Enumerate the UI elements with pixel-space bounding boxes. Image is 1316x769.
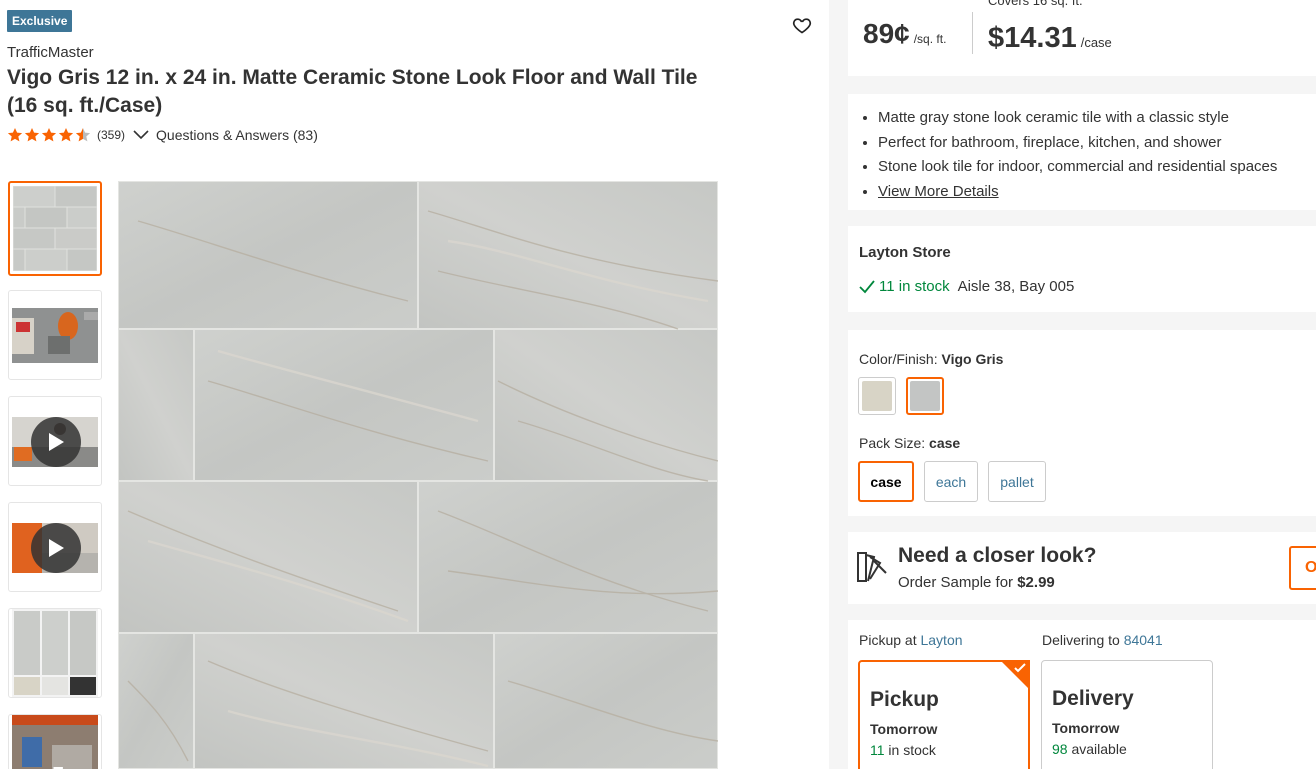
rating-stars[interactable] bbox=[7, 127, 91, 143]
view-more-item: View More Details bbox=[878, 180, 1316, 205]
pickup-qty-suffix: in stock bbox=[884, 742, 936, 758]
product-info-panel: Covers 16 sq. ft. 89¢ /sq. ft. $14.31 /c… bbox=[829, 0, 1316, 769]
price-card: Covers 16 sq. ft. 89¢ /sq. ft. $14.31 /c… bbox=[848, 0, 1316, 76]
spec-image bbox=[12, 609, 98, 697]
aisle-location: Aisle 38, Bay 005 bbox=[957, 278, 1075, 295]
delivery-prefix: Delivering to bbox=[1042, 632, 1124, 648]
pickup-prefix: Pickup at bbox=[859, 632, 921, 648]
product-title: Vigo Gris 12 in. x 24 in. Matte Ceramic … bbox=[7, 66, 698, 117]
highlights-card: Matte gray stone look ceramic tile with … bbox=[848, 94, 1316, 210]
delivery-when: Tomorrow bbox=[1052, 720, 1120, 736]
size-label-text: Pack Size: bbox=[859, 435, 926, 451]
price-per-case-value: $14.31 bbox=[988, 22, 1077, 54]
selected-check-icon bbox=[1014, 663, 1026, 673]
swatch-beige[interactable] bbox=[858, 377, 896, 415]
rating-row: (359) Questions & Answers (83) bbox=[7, 126, 318, 144]
price-per-sqft-unit: /sq. ft. bbox=[913, 32, 947, 46]
questions-answers-link[interactable]: Questions & Answers (83) bbox=[133, 127, 318, 143]
stock-row: 11 in stock Aisle 38, Bay 005 bbox=[859, 278, 1074, 295]
color-value: Vigo Gris bbox=[941, 351, 1004, 367]
color-finish-label: Color/Finish: Vigo Gris bbox=[859, 351, 1003, 367]
highlight-item: Matte gray stone look ceramic tile with … bbox=[878, 106, 1316, 131]
delivery-availability: 98 available bbox=[1052, 741, 1127, 757]
thumbnail-more-media[interactable]: +7 bbox=[8, 714, 102, 769]
star-icon bbox=[58, 128, 74, 142]
fulfillment-card: Pickup at Layton Delivering to 84041 Pic… bbox=[848, 620, 1316, 769]
price-per-case: $14.31 /case bbox=[988, 22, 1112, 55]
delivery-qty-suffix: available bbox=[1067, 741, 1127, 757]
pickup-availability: 11 in stock bbox=[870, 742, 936, 758]
change-store-link[interactable]: Layton bbox=[920, 632, 962, 648]
thumbnail-spec-image[interactable] bbox=[8, 608, 102, 698]
tile-pattern-image bbox=[118, 181, 718, 769]
highlight-item: Stone look tile for indoor, commercial a… bbox=[878, 155, 1316, 180]
price-divider bbox=[972, 12, 973, 54]
sample-price: $2.99 bbox=[1017, 574, 1055, 591]
brand-name[interactable]: TrafficMaster bbox=[7, 44, 94, 61]
price-per-sqft: 89¢ /sq. ft. bbox=[863, 18, 946, 50]
star-icon bbox=[75, 128, 91, 142]
delivery-title: Delivery bbox=[1052, 687, 1134, 710]
star-icon bbox=[24, 128, 40, 142]
tile-thumbnail-image bbox=[13, 186, 97, 271]
thumbnail-tile-image[interactable] bbox=[8, 181, 102, 276]
room-scene-image bbox=[12, 308, 98, 363]
main-product-image[interactable] bbox=[118, 181, 718, 769]
chevron-down-icon bbox=[133, 130, 149, 140]
swatch-beige-chip bbox=[862, 381, 892, 411]
swatch-vigo-gris-chip bbox=[910, 381, 940, 411]
pickup-title: Pickup bbox=[870, 688, 939, 711]
exclusive-badge: Exclusive bbox=[7, 10, 73, 32]
highlight-item: Perfect for bathroom, fireplace, kitchen… bbox=[878, 131, 1316, 156]
order-sample-button[interactable]: O bbox=[1289, 546, 1316, 590]
delivery-qty: 98 bbox=[1052, 741, 1068, 757]
thumbnail-room-scene[interactable] bbox=[8, 290, 102, 380]
more-media-count: +7 bbox=[41, 764, 64, 769]
store-availability-card: Layton Store 11 in stock Aisle 38, Bay 0… bbox=[848, 226, 1316, 312]
pickup-location: Pickup at Layton bbox=[859, 632, 963, 648]
swatch-vigo-gris[interactable] bbox=[906, 377, 944, 415]
product-media-panel: Exclusive TrafficMaster Vigo Gris 12 in.… bbox=[0, 0, 828, 769]
coverage-text: Covers 16 sq. ft. bbox=[988, 0, 1083, 8]
highlights-list: Matte gray stone look ceramic tile with … bbox=[878, 106, 1316, 204]
review-count[interactable]: (359) bbox=[97, 128, 125, 142]
play-video-icon[interactable] bbox=[31, 417, 81, 467]
size-button-pallet[interactable]: pallet bbox=[988, 461, 1046, 502]
view-more-details-link[interactable]: View More Details bbox=[878, 183, 999, 200]
pack-size-label: Pack Size: case bbox=[859, 435, 960, 451]
play-video-icon-2[interactable] bbox=[31, 523, 81, 573]
delivery-option[interactable]: Delivery Tomorrow 98 available bbox=[1041, 660, 1213, 769]
order-sample-card: Need a closer look? Order Sample for $2.… bbox=[848, 532, 1316, 604]
product-options-card: Color/Finish: Vigo Gris Pack Size: case … bbox=[848, 330, 1316, 516]
pickup-qty: 11 bbox=[870, 742, 885, 758]
sample-sub-prefix: Order Sample for bbox=[898, 574, 1018, 591]
price-per-case-unit: /case bbox=[1080, 35, 1112, 50]
qa-label: Questions & Answers (83) bbox=[156, 127, 318, 143]
size-value: case bbox=[929, 435, 961, 451]
pickup-option[interactable]: Pickup Tomorrow 11 in stock bbox=[858, 660, 1030, 769]
star-icon bbox=[7, 128, 23, 142]
thumbnail-video-1[interactable] bbox=[8, 396, 102, 486]
sample-subtitle: Order Sample for $2.99 bbox=[898, 574, 1055, 591]
size-button-case[interactable]: case bbox=[858, 461, 914, 502]
size-button-each[interactable]: each bbox=[924, 461, 978, 502]
check-icon bbox=[859, 279, 875, 293]
more-media-image bbox=[12, 715, 98, 769]
change-zip-link[interactable]: 84041 bbox=[1124, 632, 1163, 648]
color-label-text: Color/Finish: bbox=[859, 351, 938, 367]
store-name: Layton Store bbox=[859, 244, 951, 261]
sample-title: Need a closer look? bbox=[898, 544, 1097, 567]
pickup-when: Tomorrow bbox=[870, 721, 938, 737]
thumbnail-video-2[interactable] bbox=[8, 502, 102, 592]
stock-count: 11 in stock bbox=[879, 278, 950, 295]
star-icon bbox=[41, 128, 57, 142]
price-per-sqft-value: 89¢ bbox=[863, 18, 910, 49]
swatch-fan-icon bbox=[856, 547, 890, 588]
favorite-heart-icon[interactable] bbox=[792, 15, 812, 35]
delivery-location: Delivering to 84041 bbox=[1042, 632, 1163, 648]
